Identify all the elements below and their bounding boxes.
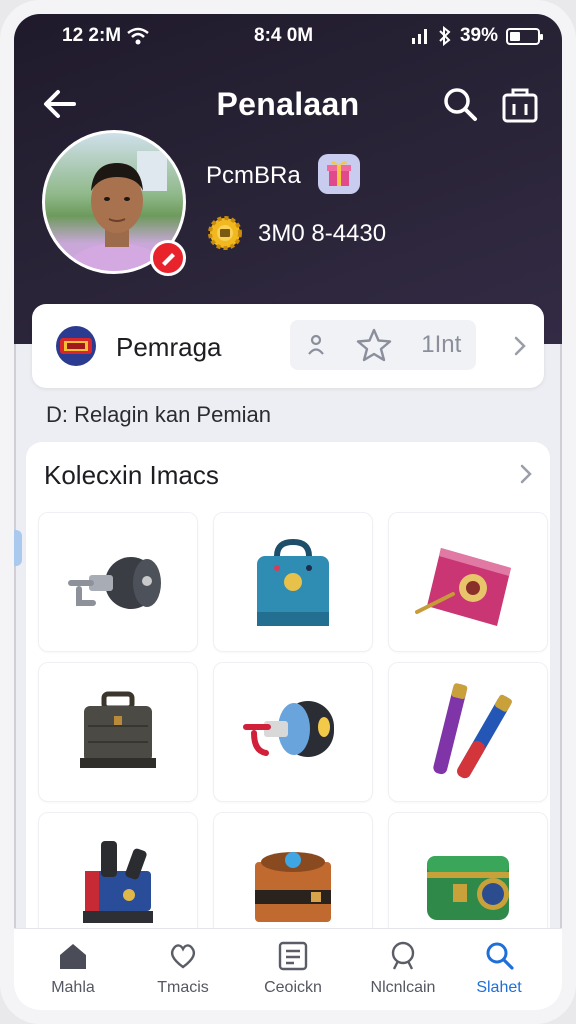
tubes-icon	[433, 683, 512, 779]
battery-fill	[510, 31, 520, 41]
collection-item-briefcase[interactable]	[38, 662, 198, 802]
collection-card: Kolecxin Imacs	[26, 442, 550, 962]
collection-item-tubes[interactable]	[388, 662, 548, 802]
user-icon	[391, 941, 415, 970]
coin-balance: 3M0 8-4430	[258, 220, 387, 247]
level-emblem-icon	[56, 326, 96, 366]
nav-label: Slahet	[476, 979, 522, 996]
collection-item-blue-winch[interactable]	[213, 662, 373, 802]
profile-header: 12 2:M 8:4 0M 39% Penalaan PcmBRa 3M0 8-…	[14, 14, 562, 344]
collection-title: Kolecxin Imacs	[44, 460, 219, 490]
wifi-icon	[127, 27, 149, 45]
section-subtitle: D: Relagin kan Pemian	[46, 402, 272, 427]
level-action-text[interactable]: 1Int	[421, 331, 461, 359]
username: PcmBRa	[206, 162, 301, 189]
bottom-nav: Mahla Tmacis Ceoickn Nlcnlcain Slahet	[14, 928, 562, 1010]
search-icon[interactable]	[438, 82, 482, 126]
gift-badge[interactable]	[318, 154, 360, 194]
pink-box-icon	[415, 548, 511, 626]
calendar-icon	[278, 941, 308, 971]
search-icon	[486, 942, 514, 970]
top-bar: Penalaan	[14, 74, 562, 134]
shopping-bag-icon[interactable]	[498, 82, 542, 126]
blue-winch-icon	[243, 701, 334, 757]
gift-icon	[327, 161, 351, 186]
nav-label: Ceoickn	[264, 979, 322, 996]
winch-icon	[68, 557, 161, 609]
collection-item-winch[interactable]	[38, 512, 198, 652]
heart-chat-icon	[170, 944, 196, 969]
status-left-text: 12 2:M	[62, 25, 122, 46]
chevron-right-icon[interactable]	[510, 332, 530, 360]
side-drawer-handle[interactable]	[14, 530, 22, 566]
bluetooth-icon	[439, 26, 451, 46]
wooden-box-icon	[255, 852, 331, 922]
home-icon	[60, 944, 86, 969]
treasure-chest-icon	[427, 856, 509, 920]
signal-icon	[411, 29, 427, 44]
phone-screen: 12 2:M 8:4 0M 39% Penalaan PcmBRa 3M0 8-…	[0, 0, 576, 1024]
level-actions: 1Int	[290, 320, 476, 370]
battery-percent: 39%	[459, 25, 498, 46]
level-card[interactable]: Pemraga 1Int	[32, 304, 544, 388]
star-icon[interactable]	[356, 328, 392, 362]
nav-item-ceoickn[interactable]: Ceoickn	[238, 939, 348, 1010]
briefcase-icon	[80, 691, 156, 768]
battery-icon	[506, 27, 543, 45]
nav-label: Nlcnlcain	[370, 979, 436, 996]
person-icon[interactable]	[305, 332, 327, 358]
status-time: 8:4 0M	[254, 25, 314, 46]
nav-item-tmacis[interactable]: Tmacis	[128, 939, 238, 1010]
avatar[interactable]	[42, 130, 186, 276]
collection-item-bag[interactable]	[213, 512, 373, 652]
status-bar: 12 2:M 8:4 0M 39%	[14, 14, 562, 58]
level-name: Pemraga	[116, 332, 222, 362]
chevron-right-icon[interactable]	[516, 460, 536, 488]
blue-bag-icon	[257, 538, 329, 626]
collection-item-pink-box[interactable]	[388, 512, 548, 652]
nav-item-home[interactable]: Mahla	[18, 939, 128, 1010]
nav-item-slahet[interactable]: Slahet	[444, 939, 554, 1010]
nav-item-nlcnlcain[interactable]: Nlcnlcain	[348, 939, 458, 1010]
nav-label: Tmacis	[157, 979, 209, 996]
machine-icon	[83, 841, 153, 923]
nav-label: Mahla	[51, 979, 95, 996]
coin-icon	[208, 216, 242, 250]
edit-avatar-button[interactable]	[150, 240, 186, 276]
pencil-icon	[162, 253, 175, 266]
